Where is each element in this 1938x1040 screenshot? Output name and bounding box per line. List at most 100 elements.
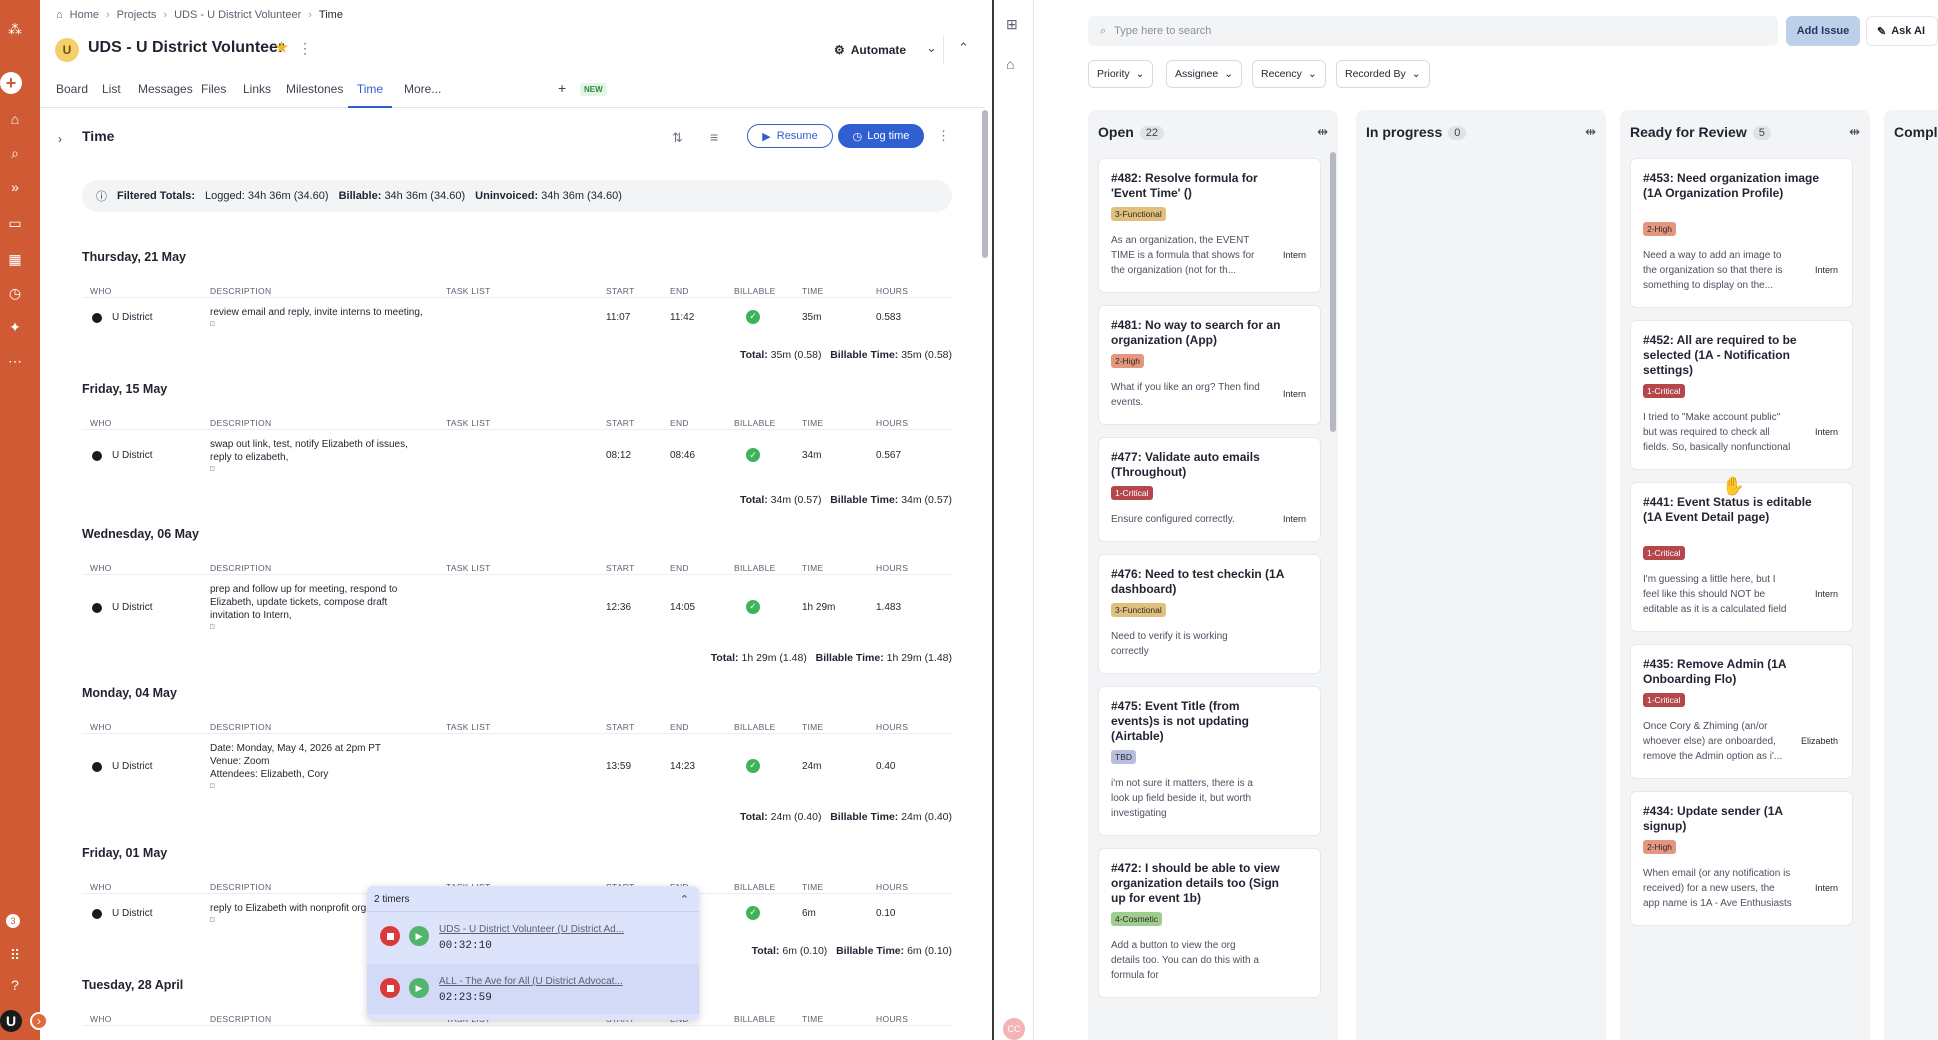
chevron-right-icon[interactable]: › xyxy=(58,132,62,146)
notification-badge[interactable]: 3 xyxy=(6,914,20,928)
column-header: HOURS xyxy=(876,882,909,892)
entry-description[interactable]: Elizabeth, update tickets, compose draft xyxy=(210,596,387,609)
billable-check-icon[interactable]: ✓ xyxy=(746,309,760,324)
time-tracking-pane: ⁂ + ⌂ ⌕ » ▭ ▦ ◷ ✦ ⋯ 3 ⠿ ? U › ⌂ Home › P… xyxy=(0,0,992,1040)
issue-card[interactable]: #475: Event Title (from events)s is not … xyxy=(1098,686,1321,836)
timer-name[interactable]: ALL - The Ave for All (U District Advoca… xyxy=(439,976,639,987)
help-icon[interactable]: ? xyxy=(6,976,24,994)
more-icon[interactable]: ⋯ xyxy=(6,352,24,370)
filter-priority[interactable]: Priority ⌄ xyxy=(1088,60,1154,88)
home-icon[interactable]: ⌂ xyxy=(6,110,24,128)
billable-check-icon[interactable]: ✓ xyxy=(746,599,760,614)
tab-messages[interactable]: Messages xyxy=(138,82,193,108)
filter-recency[interactable]: Recency ⌄ xyxy=(1252,60,1326,88)
folder-icon[interactable]: ▭ xyxy=(6,214,24,232)
issue-card[interactable]: #477: Validate auto emails (Throughout) 1… xyxy=(1098,437,1321,542)
sort-icon[interactable]: ⇅ xyxy=(672,130,683,146)
add-square-icon[interactable]: ⊞ xyxy=(1006,16,1018,33)
collapse-column-icon[interactable]: ⇹ xyxy=(1585,124,1596,140)
filter-recorded-by[interactable]: Recorded By ⌄ xyxy=(1336,60,1430,88)
tag-icon[interactable]: ⌑ xyxy=(210,464,215,475)
user-avatar[interactable]: U xyxy=(0,1010,22,1032)
tag-icon[interactable]: ⌑ xyxy=(210,915,215,926)
billable-check-icon[interactable]: ✓ xyxy=(746,758,760,773)
tag-icon[interactable]: ⌑ xyxy=(210,622,215,633)
inbox-icon[interactable]: » xyxy=(6,178,24,196)
project-menu-icon[interactable]: ⋮ xyxy=(298,40,312,57)
log-time-button[interactable]: ◷ Log time xyxy=(838,124,924,148)
tab-list[interactable]: List xyxy=(102,82,121,108)
billable-check-icon[interactable]: ✓ xyxy=(746,448,760,462)
chevron-down-icon[interactable]: ⌄ xyxy=(926,40,937,56)
add-issue-button[interactable]: Add Issue xyxy=(1786,16,1860,46)
collapse-column-icon[interactable]: ⇹ xyxy=(1849,124,1860,140)
entry-description[interactable]: reply to Elizabeth with nonprofit org xyxy=(210,902,366,915)
tab-board[interactable]: Board xyxy=(56,82,88,108)
calendar-icon[interactable]: ▦ xyxy=(6,250,24,268)
tag-icon[interactable]: ⌑ xyxy=(210,781,215,792)
issue-card[interactable]: #476: Need to test checkin (1A dashboard… xyxy=(1098,554,1321,674)
day-totals: Total: 1h 29m (1.48) Billable Time: 1h 2… xyxy=(710,652,952,664)
issue-card[interactable]: #472: I should be able to view organizat… xyxy=(1098,848,1321,998)
chevron-up-icon[interactable]: ⌃ xyxy=(958,40,969,56)
search-input[interactable]: ⌕ Type here to search xyxy=(1088,16,1778,46)
scrollbar[interactable] xyxy=(982,110,988,258)
column-scrollbar[interactable] xyxy=(1330,152,1336,432)
issue-card[interactable]: #481: No way to search for an organizati… xyxy=(1098,305,1321,425)
home-icon[interactable]: ⌂ xyxy=(1006,56,1014,72)
entry-description[interactable]: Attendees: Elizabeth, Cory xyxy=(210,768,328,781)
star-icon[interactable]: ★ xyxy=(274,38,289,58)
issue-description: I tried to "Make account public" but was… xyxy=(1643,412,1791,453)
tab-more[interactable]: More... xyxy=(404,82,441,108)
priority-badge: 2-High xyxy=(1643,222,1677,236)
priority-badge: TBD xyxy=(1111,750,1136,764)
clock-icon[interactable]: ◷ xyxy=(6,284,24,302)
user-avatar[interactable]: CC xyxy=(1003,1018,1025,1040)
play-timer-button[interactable]: ▶ xyxy=(409,926,429,946)
filter-icon[interactable]: ≡ xyxy=(710,129,718,145)
timer-name[interactable]: UDS - U District Volunteer (U District A… xyxy=(439,924,639,935)
entry-description[interactable]: swap out link, test, notify Elizabeth of… xyxy=(210,438,408,451)
issue-card[interactable]: #452: All are required to be selected (1… xyxy=(1630,320,1853,470)
column-header: BILLABLE xyxy=(734,722,776,732)
search-icon[interactable]: ⌕ xyxy=(6,144,24,162)
entry-description[interactable]: review email and reply, invite interns t… xyxy=(210,306,423,319)
ask-ai-button[interactable]: ✎ Ask AI xyxy=(1866,16,1938,46)
breadcrumb-home[interactable]: Home xyxy=(70,9,99,21)
tab-files[interactable]: Files xyxy=(201,82,226,108)
entry-description[interactable]: invitation to Intern, xyxy=(210,609,292,622)
entry-description[interactable]: reply to elizabeth, xyxy=(210,451,288,464)
resume-button[interactable]: ▶ Resume xyxy=(747,124,833,148)
create-plus-icon[interactable]: + xyxy=(0,72,22,94)
entry-description[interactable]: Venue: Zoom xyxy=(210,755,269,768)
add-tab-icon[interactable]: + xyxy=(558,80,566,96)
timers-header[interactable]: 2 timers ⌃ xyxy=(367,886,699,912)
entry-description[interactable]: prep and follow up for meeting, respond … xyxy=(210,583,397,596)
entry-description[interactable]: Date: Monday, May 4, 2026 at 2pm PT xyxy=(210,742,381,755)
chevron-up-icon[interactable]: ⌃ xyxy=(680,893,689,906)
breadcrumb-projects[interactable]: Projects xyxy=(117,9,157,21)
home-small-icon[interactable]: ⌂ xyxy=(56,9,63,21)
issue-card[interactable]: #441: Event Status is editable (1A Event… xyxy=(1630,482,1853,632)
more-options-icon[interactable]: ⋮ xyxy=(937,128,950,144)
tag-icon[interactable]: ⌑ xyxy=(210,319,215,330)
sparkle-icon[interactable]: ✦ xyxy=(6,318,24,336)
tab-milestones[interactable]: Milestones xyxy=(286,82,343,108)
entry-start: 08:12 xyxy=(606,450,632,461)
breadcrumb-project[interactable]: UDS - U District Volunteer xyxy=(174,9,301,21)
filter-assignee[interactable]: Assignee ⌄ xyxy=(1166,60,1243,88)
stop-timer-button[interactable] xyxy=(380,978,400,998)
tab-links[interactable]: Links xyxy=(243,82,271,108)
billable-check-icon[interactable]: ✓ xyxy=(746,905,760,920)
app-logo-icon[interactable]: ⁂ xyxy=(6,20,24,38)
stop-timer-button[interactable] xyxy=(380,926,400,946)
tab-time[interactable]: Time xyxy=(348,82,392,108)
play-timer-button[interactable]: ▶ xyxy=(409,978,429,998)
apps-grid-icon[interactable]: ⠿ xyxy=(6,946,24,964)
collapse-column-icon[interactable]: ⇹ xyxy=(1317,124,1328,140)
issue-card[interactable]: #453: Need organization image (1A Organi… xyxy=(1630,158,1853,308)
issue-card[interactable]: #434: Update sender (1A signup) 2-High Whe… xyxy=(1630,791,1853,926)
issue-card[interactable]: #435: Remove Admin (1A Onboarding Flo) 1-… xyxy=(1630,644,1853,779)
issue-card[interactable]: #482: Resolve formula for 'Event Time' (… xyxy=(1098,158,1321,293)
header-divider xyxy=(82,733,952,734)
